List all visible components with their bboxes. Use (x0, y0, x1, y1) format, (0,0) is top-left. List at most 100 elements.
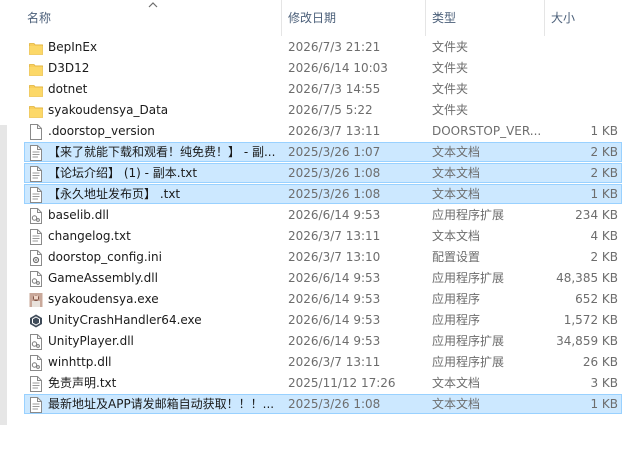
file-type: 应用程序 (432, 313, 481, 327)
file-date: 2026/3/7 13:11 (288, 124, 381, 138)
file-size: 26 KB (582, 355, 618, 369)
file-name: UnityPlayer.dll (48, 334, 134, 348)
file-row[interactable]: UnityCrashHandler64.exe 2026/6/14 9:53 应用程… (24, 310, 622, 330)
column-header-name-label: 名称 (27, 11, 52, 25)
folder-icon (29, 40, 43, 56)
file-type: 文本文档 (432, 187, 481, 201)
app-icon (29, 292, 43, 308)
file-date: 2025/3/26 1:07 (288, 145, 381, 159)
file-size: 1 KB (590, 187, 618, 201)
file-name: D3D12 (48, 61, 90, 75)
file-size (545, 101, 618, 119)
file-name: .doorstop_version (48, 124, 155, 138)
file-name: 【来了就能下载和观看！纯免费！】 - 副... (48, 145, 276, 159)
file-row[interactable]: baselib.dll 2026/6/14 9:53 应用程序扩展 234 KB (24, 205, 622, 225)
column-header-date-label: 修改日期 (288, 11, 337, 25)
file-name: 免责声明.txt (48, 376, 117, 390)
column-header: 名称 修改日期 类型 大小 (0, 0, 626, 36)
file-date: 2025/3/26 1:08 (288, 397, 381, 411)
file-row[interactable]: UnityPlayer.dll 2026/6/14 9:53 应用程序扩展 34,85… (24, 331, 622, 351)
file-size: 2 KB (590, 166, 618, 180)
file-size: 1 KB (590, 397, 618, 411)
file-date: 2026/6/14 9:53 (288, 292, 381, 306)
file-size (545, 80, 618, 98)
file-type: 应用程序扩展 (432, 208, 505, 222)
text-file-icon (29, 187, 43, 203)
file-name: 【论坛介绍】 (1) - 副本.txt (48, 166, 198, 180)
file-type: 文本文档 (432, 376, 481, 390)
sort-ascending-icon (148, 2, 158, 8)
file-size: 652 KB (575, 292, 618, 306)
file-name: changelog.txt (48, 229, 131, 243)
file-row[interactable]: winhttp.dll 2026/3/7 13:11 应用程序扩展 26 KB (24, 352, 622, 372)
column-header-size[interactable]: 大小 (551, 0, 621, 36)
file-row[interactable]: 最新地址及APP请发邮箱自动获取！！！... 2025/3/26 1:08 文本文档… (24, 394, 622, 414)
file-row[interactable]: D3D12 2026/6/14 10:03 文件夹 (24, 58, 622, 78)
file-size: 2 KB (590, 145, 618, 159)
file-size: 34,859 KB (556, 334, 618, 348)
file-name: UnityCrashHandler64.exe (48, 313, 202, 327)
file-name: GameAssembly.dll (48, 271, 158, 285)
file-date: 2025/3/26 1:08 (288, 166, 381, 180)
file-type: 文本文档 (432, 166, 481, 180)
file-type: 应用程序扩展 (432, 355, 505, 369)
column-divider[interactable] (425, 0, 426, 36)
column-divider[interactable] (544, 0, 545, 36)
file-type: 文件夹 (432, 40, 469, 54)
file-size: 2 KB (590, 250, 618, 264)
file-date: 2025/11/12 17:26 (288, 376, 396, 390)
file-date: 2026/7/5 5:22 (288, 103, 373, 117)
config-file-icon (29, 250, 43, 266)
file-name: syakoudensya.exe (48, 292, 159, 306)
file-size: 1,572 KB (563, 313, 618, 327)
file-row[interactable]: BepInEx 2026/7/3 21:21 文件夹 (24, 37, 622, 57)
file-row[interactable]: 【永久地址发布页】 .txt 2025/3/26 1:08 文本文档 1 KB (24, 184, 622, 204)
file-type: 文本文档 (432, 229, 481, 243)
file-name: doorstop_config.ini (48, 250, 162, 264)
text-file-icon (29, 166, 43, 182)
scrollbar[interactable] (0, 0, 10, 470)
text-file-icon (29, 376, 43, 392)
file-row[interactable]: syakoudensya_Data 2026/7/5 5:22 文件夹 (24, 100, 622, 120)
file-name: syakoudensya_Data (48, 103, 169, 117)
file-size: 48,385 KB (556, 271, 618, 285)
folder-icon (29, 82, 43, 98)
file-type: 应用程序 (432, 292, 481, 306)
file-size (545, 59, 618, 77)
dll-file-icon (29, 208, 43, 224)
file-type: 应用程序扩展 (432, 271, 505, 285)
column-header-date[interactable]: 修改日期 (288, 0, 418, 36)
file-type: 文本文档 (432, 397, 481, 411)
file-name: winhttp.dll (48, 355, 112, 369)
dll-file-icon (29, 355, 43, 371)
file-row[interactable]: doorstop_config.ini 2026/3/7 13:10 配置设置 2 K… (24, 247, 622, 267)
file-type: 应用程序扩展 (432, 334, 505, 348)
file-date: 2026/7/3 21:21 (288, 40, 381, 54)
file-type: 文件夹 (432, 103, 469, 117)
file-date: 2026/6/14 10:03 (288, 61, 388, 75)
file-size (545, 38, 618, 56)
unity-icon (29, 313, 43, 329)
file-row[interactable]: GameAssembly.dll 2026/6/14 9:53 应用程序扩展 48,3… (24, 268, 622, 288)
file-row[interactable]: changelog.txt 2026/3/7 13:11 文本文档 4 KB (24, 226, 622, 246)
file-row[interactable]: .doorstop_version 2026/3/7 13:11 DOORSTOP_… (24, 121, 622, 141)
file-row[interactable]: dotnet 2026/7/3 14:55 文件夹 (24, 79, 622, 99)
file-name: dotnet (48, 82, 88, 96)
column-divider[interactable] (281, 0, 282, 36)
file-row[interactable]: 【论坛介绍】 (1) - 副本.txt 2025/3/26 1:08 文本文档 2 K… (24, 163, 622, 183)
text-file-icon (29, 397, 43, 413)
file-date: 2026/3/7 13:11 (288, 355, 381, 369)
file-type: 配置设置 (432, 250, 481, 264)
column-header-type-label: 类型 (432, 11, 457, 25)
text-file-icon (29, 145, 43, 161)
file-date: 2026/3/7 13:10 (288, 250, 381, 264)
file-row[interactable]: 免责声明.txt 2025/11/12 17:26 文本文档 3 KB (24, 373, 622, 393)
file-date: 2026/6/14 9:53 (288, 334, 381, 348)
column-header-type[interactable]: 类型 (432, 0, 542, 36)
file-size: 3 KB (590, 376, 618, 390)
file-row[interactable]: 【来了就能下载和观看！纯免费！】 - 副... 2025/3/26 1:07 文本文… (24, 142, 622, 162)
file-row[interactable]: syakoudensya.exe 2026/6/14 9:53 应用程序 652 KB (24, 289, 622, 309)
scrollbar-thumb[interactable] (0, 125, 7, 425)
file-name: 最新地址及APP请发邮箱自动获取！！！... (48, 397, 275, 411)
column-header-size-label: 大小 (551, 11, 576, 25)
